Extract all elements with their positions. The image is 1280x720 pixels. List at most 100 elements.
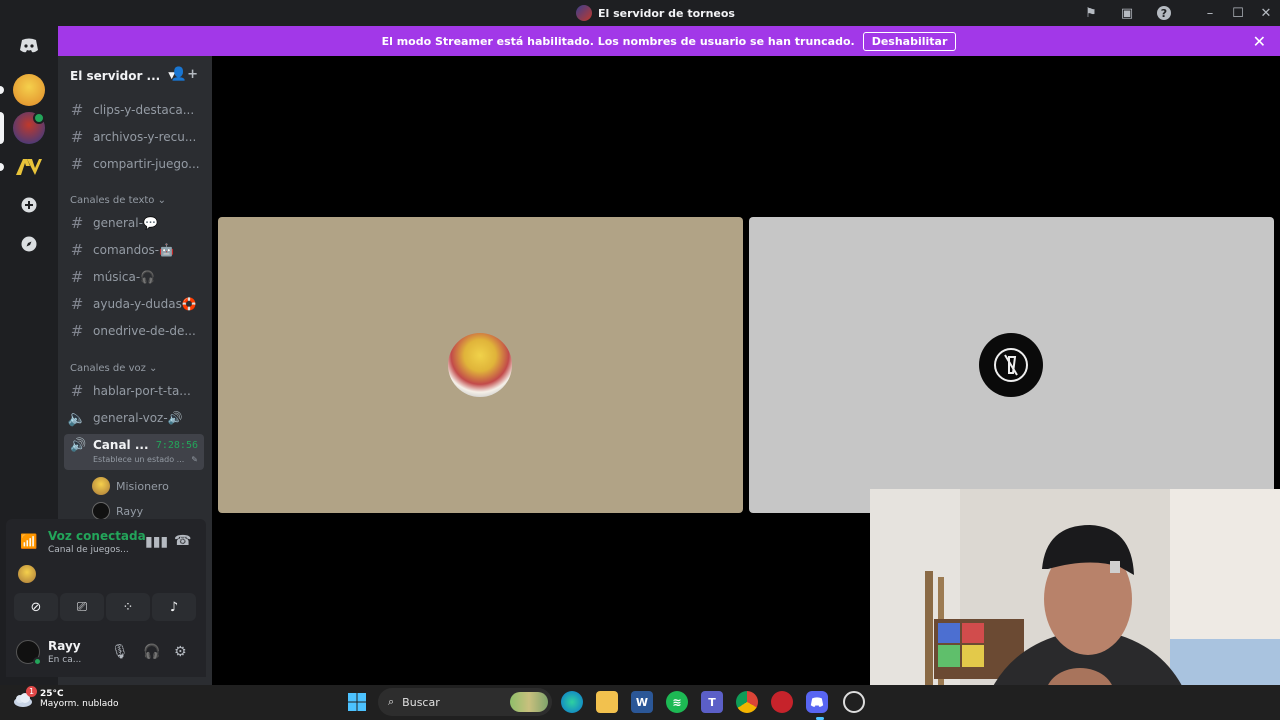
hash-icon: # — [70, 322, 84, 340]
server-icon-1[interactable] — [13, 74, 45, 106]
weather-widget[interactable]: 1 25°C Mayorm. nublado — [12, 686, 119, 710]
channel-archivos[interactable]: # archivos-y-recu... — [66, 125, 206, 149]
hash-icon: # — [70, 241, 84, 259]
online-status-icon — [33, 657, 42, 666]
channel-label: ayuda-y-dudas🛟 — [93, 297, 197, 311]
voice-badge-icon — [33, 112, 45, 124]
discord-home-icon[interactable] — [13, 30, 45, 62]
file-explorer-icon[interactable] — [596, 691, 618, 713]
hash-icon: # — [70, 214, 84, 232]
hash-icon: # — [70, 128, 84, 146]
share-screen-button[interactable]: ⎚ — [60, 593, 104, 621]
flag-icon[interactable]: ⚑ — [1082, 4, 1100, 22]
hash-icon: # — [70, 268, 84, 286]
category-text-channels[interactable]: Canales de texto ⌄ — [70, 195, 166, 206]
avatar — [92, 502, 110, 520]
participant-tile-rayy[interactable] — [749, 217, 1274, 513]
channel-label: comandos-🤖 — [93, 243, 175, 257]
minimize-icon[interactable]: – — [1201, 4, 1219, 22]
microphone-icon[interactable]: 🎙 — [111, 644, 129, 660]
channel-label: onedrive-de-de... — [93, 324, 196, 338]
voice-user-name: Misionero — [116, 479, 169, 493]
channel-ayuda[interactable]: # ayuda-y-dudas🛟 — [66, 292, 206, 316]
taskbar-search[interactable]: ⌕ Buscar — [378, 688, 552, 716]
category-label: Canales de voz — [70, 363, 146, 374]
camera-off-button[interactable]: ⊘ — [14, 593, 58, 621]
headphones-icon[interactable]: 🎧 — [143, 644, 160, 660]
inbox-icon[interactable]: ▣ — [1118, 4, 1136, 22]
speaker-icon: 🔈 — [67, 409, 87, 427]
channel-label: archivos-y-recu... — [93, 130, 197, 144]
windows-taskbar: 1 25°C Mayorm. nublado ⌕ Buscar W ≋ T — [0, 685, 1280, 720]
svg-text:?: ? — [1161, 7, 1167, 20]
category-voice-channels[interactable]: Canales de voz ⌄ — [70, 363, 157, 374]
channel-label: general-voz-🔊 — [93, 411, 183, 425]
add-server-icon[interactable] — [13, 189, 45, 221]
pencil-icon[interactable]: ✎ — [191, 455, 198, 464]
windows-start-icon[interactable] — [346, 691, 368, 713]
activities-button[interactable]: ⁘ — [106, 593, 150, 621]
chevron-down-icon: ⌄ — [149, 363, 158, 374]
active-voice-channel[interactable]: 🔊 Canal ... 7:28:56 Establece un estado … — [64, 434, 204, 470]
channel-musica[interactable]: # música-🎧 — [66, 265, 206, 289]
server-header[interactable]: El servidor ... ▼ 👤+ — [58, 56, 212, 96]
teams-icon[interactable]: T — [701, 691, 723, 713]
game-launcher-icon[interactable] — [771, 691, 793, 713]
weather-alert-badge: 1 — [26, 686, 37, 697]
avatar[interactable] — [18, 565, 36, 583]
maximize-icon[interactable]: ☐ — [1229, 4, 1247, 22]
server-name: El servidor ... — [70, 69, 161, 83]
signal-icon: 📶 — [20, 534, 38, 550]
close-icon[interactable]: ✕ — [1253, 32, 1266, 51]
help-icon[interactable]: ? — [1155, 4, 1173, 22]
channel-general-voz[interactable]: 🔈 general-voz-🔊 — [66, 406, 206, 430]
discord-taskbar-icon[interactable] — [806, 691, 828, 713]
voice-connected-channel[interactable]: Canal de juegos... — [48, 545, 129, 555]
server-icon-av[interactable] — [13, 151, 45, 183]
channel-comandos[interactable]: # comandos-🤖 — [66, 238, 206, 262]
channel-general[interactable]: # general-💬 — [66, 211, 206, 235]
channel-onedrive[interactable]: # onedrive-de-de... — [66, 319, 206, 343]
hash-icon: # — [70, 101, 84, 119]
channel-label: general-💬 — [93, 216, 158, 230]
avatar — [979, 333, 1043, 397]
chrome-icon[interactable] — [736, 691, 758, 713]
temperature: 25°C — [40, 689, 64, 699]
banner-message: El modo Streamer está habilitado. Los no… — [381, 34, 855, 48]
weather-description: Mayorm. nublado — [40, 699, 119, 709]
participant-tile-misionero[interactable] — [218, 217, 743, 513]
active-channel-name: Canal ... — [93, 438, 149, 452]
disable-streamer-button[interactable]: Deshabilitar — [862, 31, 957, 51]
user-status: En ca... — [48, 655, 82, 665]
search-highlight-image — [510, 692, 548, 712]
edge-icon[interactable] — [561, 691, 583, 713]
avatar — [92, 477, 110, 495]
settings-gear-icon[interactable]: ⚙ — [174, 644, 187, 660]
voice-connection-panel: 📶 Voz conectada Canal de juegos... ▮▮▮ ☎… — [6, 519, 206, 632]
disconnect-icon[interactable]: ☎ — [174, 533, 191, 549]
spotify-icon[interactable]: ≋ — [666, 691, 688, 713]
channel-hablar[interactable]: # hablar-por-t-ta... — [66, 379, 206, 403]
voice-user-name: Rayy — [116, 504, 144, 518]
discover-icon[interactable] — [13, 228, 45, 260]
obs-icon[interactable] — [843, 691, 865, 713]
unread-pill — [0, 86, 4, 94]
close-window-icon[interactable]: ✕ — [1257, 4, 1275, 22]
camera-off-icon: ⊘ — [30, 599, 42, 615]
unread-pill-2 — [0, 163, 4, 171]
hash-icon: # — [70, 295, 84, 313]
user-name[interactable]: Rayy — [48, 639, 81, 653]
word-icon[interactable]: W — [631, 691, 653, 713]
soundboard-button[interactable]: ♪ — [152, 593, 196, 621]
channel-clips[interactable]: # clips-y-destaca... — [66, 98, 206, 122]
set-status-prompt[interactable]: Establece un estado ... — [93, 455, 184, 464]
channel-label: clips-y-destaca... — [93, 103, 195, 117]
channel-compartir[interactable]: # compartir-juego... — [66, 152, 206, 176]
invite-people-icon[interactable]: 👤+ — [171, 67, 198, 82]
voice-connected-title[interactable]: Voz conectada — [48, 529, 146, 543]
voice-user-misionero[interactable]: Misionero — [92, 475, 169, 497]
noise-suppression-icon[interactable]: ▮▮▮ — [145, 534, 168, 550]
search-icon: ⌕ — [388, 695, 395, 708]
channel-label: música-🎧 — [93, 270, 156, 284]
activities-icon: ⁘ — [122, 599, 134, 615]
